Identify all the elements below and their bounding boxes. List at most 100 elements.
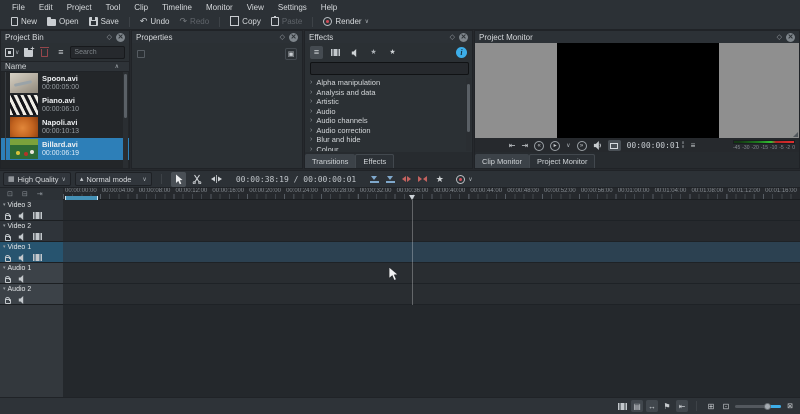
monitor-timecode[interactable]: 00:00:00:01 ∧∨ xyxy=(627,141,685,150)
menu-settings[interactable]: Settings xyxy=(271,3,314,12)
delete-clip-button[interactable] xyxy=(38,46,51,59)
selection-tool-button[interactable] xyxy=(171,172,186,187)
resize-grip-icon[interactable] xyxy=(793,132,798,137)
effect-category[interactable]: ›Audio xyxy=(305,107,472,117)
add-clip-button[interactable]: ∨ xyxy=(5,46,19,59)
float-panel-icon[interactable]: ◇ xyxy=(777,33,782,41)
close-panel-icon[interactable]: ✕ xyxy=(786,33,795,42)
bin-scrollbar-thumb[interactable] xyxy=(124,74,127,118)
rewind-button[interactable]: « xyxy=(534,141,544,151)
lock-track-icon[interactable] xyxy=(5,236,11,241)
zoom-out-button[interactable]: ⊡ xyxy=(720,400,732,412)
timecode-spinner[interactable]: ∧∨ xyxy=(682,142,685,149)
tab-effects[interactable]: Effects xyxy=(355,154,394,168)
timeline-render-button[interactable]: ∨ xyxy=(451,172,477,186)
timeline-ruler[interactable]: 00:00:00:0000:00:04:0000:00:08:0000:00:1… xyxy=(63,188,800,200)
menu-help[interactable]: Help xyxy=(314,3,344,12)
track-lane-video1-active[interactable] xyxy=(63,242,800,263)
effect-category[interactable]: ›Artistic xyxy=(305,97,472,107)
expand-icon[interactable]: ▾ xyxy=(3,243,6,252)
menu-timeline[interactable]: Timeline xyxy=(155,3,199,12)
timeline-snap-icon[interactable]: ⇥ xyxy=(37,190,43,198)
menu-tool[interactable]: Tool xyxy=(99,3,128,12)
preview-quality-dropdown[interactable]: ▦ High Quality ∨ xyxy=(3,172,71,186)
go-to-zone-start-button[interactable]: ⇤ xyxy=(509,141,516,151)
show-video-thumbnails-button[interactable] xyxy=(616,400,628,412)
undo-button[interactable]: ↶ Undo xyxy=(135,15,175,29)
open-button[interactable]: Open xyxy=(42,15,84,29)
zone-mode-button[interactable] xyxy=(608,140,621,151)
bin-column-header[interactable]: Name ∧ xyxy=(1,61,129,72)
mute-track-icon[interactable] xyxy=(18,212,26,220)
effect-category[interactable]: ›Analysis and data xyxy=(305,88,472,98)
float-panel-icon[interactable]: ◇ xyxy=(107,33,112,41)
hide-track-icon[interactable] xyxy=(33,254,42,261)
timeline-target-icon[interactable]: ⊡ xyxy=(7,190,13,198)
close-panel-icon[interactable]: ✕ xyxy=(289,33,298,42)
close-panel-icon[interactable]: ✕ xyxy=(116,33,125,42)
play-button[interactable]: ▸ xyxy=(550,141,560,151)
expand-icon[interactable]: ▾ xyxy=(3,285,6,294)
float-panel-icon[interactable]: ◇ xyxy=(450,33,455,41)
bin-scrollbar[interactable] xyxy=(123,72,128,168)
monitor-menu-button[interactable]: ≡ xyxy=(691,141,696,151)
track-header-audio2[interactable]: ▾Audio 2 xyxy=(0,284,63,305)
mute-track-icon[interactable] xyxy=(18,254,26,262)
new-button[interactable]: New xyxy=(6,15,42,29)
menu-file[interactable]: File xyxy=(5,3,32,12)
mute-track-icon[interactable] xyxy=(18,233,26,241)
expand-icon[interactable]: ▾ xyxy=(3,201,6,210)
properties-options-button[interactable]: ▣ xyxy=(285,48,297,60)
tab-transitions[interactable]: Transitions xyxy=(305,154,355,168)
tab-clip-monitor[interactable]: Clip Monitor xyxy=(475,154,529,168)
hide-track-icon[interactable] xyxy=(33,212,42,219)
lift-zone-button[interactable] xyxy=(416,176,428,182)
show-custom-effects-button[interactable]: ★ xyxy=(367,46,380,59)
edit-mode-dropdown[interactable]: ▴ Normal mode ∨ xyxy=(75,172,152,186)
bin-clip-row-selected[interactable]: Billard.avi 00:00:06:19 xyxy=(1,138,129,160)
track-header-video1-active[interactable]: ▾Video 1 xyxy=(0,242,63,263)
properties-checkbox[interactable] xyxy=(137,50,145,58)
effect-category[interactable]: ›Colour xyxy=(305,145,472,152)
close-panel-icon[interactable]: ✕ xyxy=(459,33,468,42)
show-audio-effects-button[interactable] xyxy=(348,46,361,59)
bin-search-input[interactable] xyxy=(70,46,125,59)
show-favorite-effects-button[interactable]: ★ xyxy=(386,46,399,59)
track-header-video2[interactable]: ▾Video 2 xyxy=(0,221,63,242)
effect-category[interactable]: ›Alpha manipulation xyxy=(305,78,472,88)
show-audio-thumbnails-button[interactable]: ▤ xyxy=(631,400,643,412)
menu-view[interactable]: View xyxy=(240,3,271,12)
track-lane-audio2[interactable] xyxy=(63,284,800,305)
fast-forward-button[interactable]: » xyxy=(577,141,587,151)
track-lane-audio1[interactable] xyxy=(63,263,800,284)
effects-scrollbar-thumb[interactable] xyxy=(467,84,470,132)
menu-edit[interactable]: Edit xyxy=(32,3,60,12)
expand-icon[interactable]: ▾ xyxy=(3,222,6,231)
expand-icon[interactable]: ▾ xyxy=(3,264,6,273)
effects-search-input[interactable] xyxy=(310,62,469,75)
effect-category[interactable]: ›Audio correction xyxy=(305,126,472,136)
render-button[interactable]: Render ∨ xyxy=(318,15,374,29)
save-button[interactable]: Save xyxy=(84,15,124,29)
mute-track-icon[interactable] xyxy=(18,275,26,283)
show-video-effects-button[interactable] xyxy=(329,46,342,59)
snap-button[interactable]: ⇤ xyxy=(676,400,688,412)
float-panel-icon[interactable]: ◇ xyxy=(280,33,285,41)
lock-track-icon[interactable] xyxy=(5,299,11,304)
copy-button[interactable]: Copy xyxy=(225,15,266,29)
monitor-video-display[interactable] xyxy=(475,43,799,138)
show-marker-comments-button[interactable]: ↔ xyxy=(646,400,658,412)
track-lane-video2[interactable] xyxy=(63,221,800,242)
chevron-down-icon[interactable]: ∨ xyxy=(365,18,369,25)
zoom-fit-button[interactable]: ⊞ xyxy=(705,400,717,412)
volume-icon[interactable] xyxy=(593,141,602,150)
show-descriptions-button[interactable]: i xyxy=(456,47,467,58)
chevron-down-icon[interactable]: ∨ xyxy=(566,142,570,149)
razor-tool-button[interactable] xyxy=(190,172,205,187)
track-lane-video3[interactable] xyxy=(63,200,800,221)
track-header-video3[interactable]: ▾Video 3 xyxy=(0,200,63,221)
lock-track-icon[interactable] xyxy=(5,257,11,262)
go-to-zone-end-button[interactable]: ⇥ xyxy=(521,141,528,151)
menu-clip[interactable]: Clip xyxy=(127,3,155,12)
insert-zone-button[interactable] xyxy=(368,176,380,183)
